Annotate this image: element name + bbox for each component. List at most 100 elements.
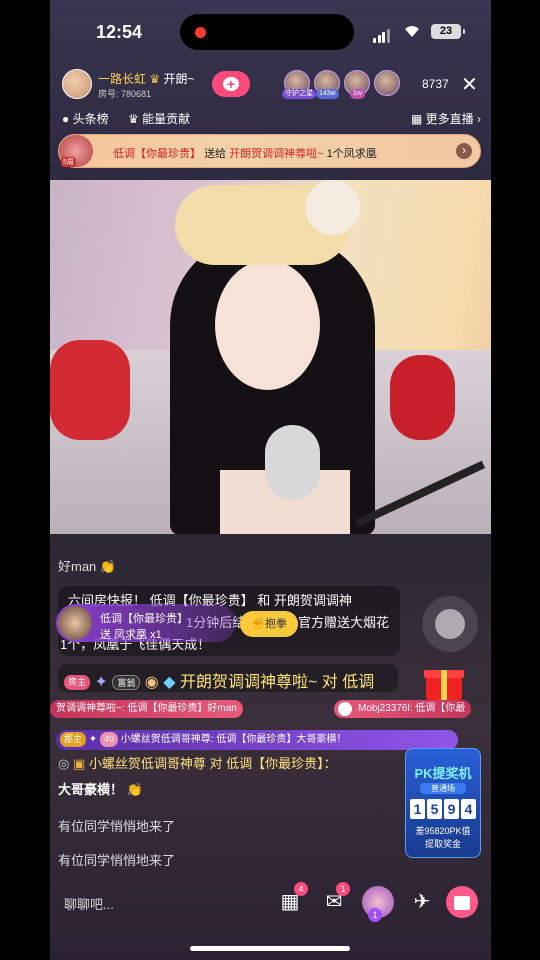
medal-icon: ◉ (144, 674, 159, 691)
pk-reward-widget[interactable]: PK提奖机 普通场 1594 差95820PK值 提取奖金 (405, 748, 481, 858)
gift-icon[interactable] (446, 886, 478, 918)
badge-icon: ◎ (58, 756, 70, 771)
host-card[interactable]: 一路长虹 ♛ 开朗~ 房号: 780681 + (62, 68, 250, 102)
broadcast-line-2b: 官方赠送大烟花 (298, 615, 390, 630)
wifi-icon (405, 26, 419, 37)
chat-message: 房主 ✦ 富翁 ◉ ◆ 开朗贺调调神尊啦~ 对 低调 (58, 664, 398, 692)
pk-digits: 1594 (406, 799, 480, 819)
gift-box-icon[interactable] (424, 662, 464, 702)
chat-input[interactable]: 聊聊吧... (64, 894, 114, 913)
chat-text: 开朗贺调调神尊啦~ 对 低调 (179, 674, 375, 691)
share-icon[interactable]: ✈ (406, 886, 438, 918)
pk-digit: 9 (444, 799, 459, 819)
gift-notice-banner[interactable]: 5周 低调【你最珍贵】 送给 开朗贺调调神尊啦~ 1个凤求凰 › (58, 134, 481, 168)
chat-text: 大哥豪横！ (58, 782, 124, 797)
gift-sender-avatar (58, 606, 92, 640)
hug-button[interactable]: ✊抱拳 (240, 611, 298, 637)
plush-toy-right (390, 355, 455, 440)
room-label: 房号 (98, 89, 117, 99)
chevron-right-icon[interactable]: › (456, 143, 472, 159)
tab-headline[interactable]: ● 头条榜 (62, 110, 109, 127)
notice-gift: 1个凤求凰 (326, 148, 377, 160)
gift-sender-name: 低调【你最珍贵】 (100, 613, 188, 625)
gift-item: 送 凤求凰 x1 (100, 629, 162, 641)
guard-tag: 1w (350, 89, 365, 99)
cat-head (305, 180, 360, 235)
ranking-tabs: ● 头条榜 ♛ 能量贡献 ▦ 更多直播 › (62, 110, 481, 130)
star-icon: ✦ (94, 674, 108, 691)
fist-icon: ✊ (251, 618, 265, 630)
streamer-face (215, 260, 320, 390)
pk-title: PK提奖机 (414, 766, 472, 781)
crown-icon: ♛ (149, 72, 161, 86)
ticker-avatar (338, 702, 352, 716)
chat-message: 有位同学悄悄地来了 (58, 853, 176, 868)
clock: 12:54 (96, 22, 143, 42)
pk-digit: 1 (410, 799, 425, 819)
host-name-suffix: 开朗~ (163, 72, 195, 86)
chat-message: 好man 👏 (58, 556, 116, 575)
role-tag: 郡主 (60, 731, 87, 747)
pk-note2: 提取奖金 (424, 839, 461, 849)
mic-link-badge: 1 (368, 908, 382, 922)
dynamic-island (180, 14, 354, 50)
microphone (265, 425, 320, 500)
notice-verb: 送给 (204, 148, 227, 160)
chat-message: ◎ ▣ 小螺丝贺低调哥神尊 对 低调【你最珍贵】： (58, 753, 337, 772)
guard-tag: 143w (316, 89, 339, 99)
close-icon[interactable]: ✕ (461, 72, 478, 97)
chat-message-cont: 大哥豪横！ 👏 (58, 779, 143, 798)
ticker-item: 贺调调神尊啦~: 低调【你最珍贵】好man (50, 700, 243, 718)
recording-dot (195, 27, 206, 38)
follow-button[interactable]: + (212, 71, 250, 97)
live-room-screen: 12:54 23 一路长虹 ♛ 开朗~ 房号: 780681 + 守护之星 14… (50, 0, 491, 960)
battery-indicator: 23 (431, 24, 465, 39)
host-name-text: 一路长虹 (98, 72, 147, 86)
chat-text: 好man (58, 559, 97, 574)
week-badge: 5周 (61, 157, 76, 167)
medal-icon: ▣ (72, 756, 86, 771)
viewer-count[interactable]: 8737 (422, 77, 449, 91)
floating-button-knob (435, 609, 465, 639)
crown-icon: ♛ (128, 112, 139, 126)
more-live-button[interactable]: ▦ 更多直播 › (411, 110, 481, 127)
star-icon: ✦ (88, 734, 98, 745)
plus-icon: + (226, 76, 236, 92)
plush-toy-left (50, 340, 130, 440)
level-tag: 40 (99, 731, 118, 747)
clap-icon: 👏 (126, 782, 143, 797)
ticker-item: Mobj23376l: 低调【你最 (334, 700, 472, 718)
room-id: 780681 (121, 89, 152, 99)
role-tag: 房主 (64, 675, 91, 691)
guard-avatar[interactable] (374, 70, 400, 96)
pk-digit: 5 (427, 799, 442, 819)
gift-effect-pill: 低调【你最珍贵】 送 凤求凰 x1 (56, 604, 236, 642)
notice-receiver: 开朗贺调调神尊啦~ (229, 148, 324, 160)
vip-entry-banner: 郡主 ✦ 40 小螺丝贺低调哥神尊: 低调【你最珍贵】大哥豪横！ (56, 730, 458, 750)
live-video[interactable] (50, 180, 491, 534)
pk-subtitle: 普通场 (420, 783, 466, 794)
message-badge: 1 (336, 882, 350, 896)
gift-ticker: 贺调调神尊啦~: 低调【你最珍贵】好man Mobj23376l: 低调【你最 (50, 700, 491, 718)
apps-badge: 4 (294, 882, 308, 896)
host-name: 一路长虹 ♛ 开朗~ (98, 70, 194, 87)
big-text: 小螺丝贺低调哥神尊: 低调【你最珍贵】大哥豪横！ (120, 734, 347, 745)
clap-icon: 👏 (99, 559, 117, 574)
tab-contribution[interactable]: ♛ 能量贡献 (128, 110, 190, 127)
notice-text: 低调【你最珍贵】 送给 开朗贺调调神尊啦~ 1个凤求凰 (113, 145, 377, 161)
diamond-icon: ◆ (163, 674, 176, 691)
grid-icon: ▦ (410, 112, 423, 126)
pk-note: 差95820PK值 (415, 826, 471, 836)
chevron-right-icon: › (477, 112, 481, 126)
hug-label: 抱拳 (264, 618, 287, 630)
tab-headline-label: 头条榜 (72, 112, 109, 126)
signal-icon (373, 25, 391, 43)
tab-contribution-label: 能量贡献 (142, 112, 191, 126)
more-live-label: 更多直播 (425, 112, 474, 126)
host-avatar[interactable] (62, 69, 92, 99)
status-bar: 12:54 23 (50, 0, 491, 62)
bottom-bar: 聊聊吧... ▦ 4 ✉ 1 1 ✈ (50, 880, 491, 926)
rank-tag: 富翁 (112, 675, 141, 691)
home-indicator (190, 946, 350, 951)
flame-icon: ● (62, 112, 70, 126)
